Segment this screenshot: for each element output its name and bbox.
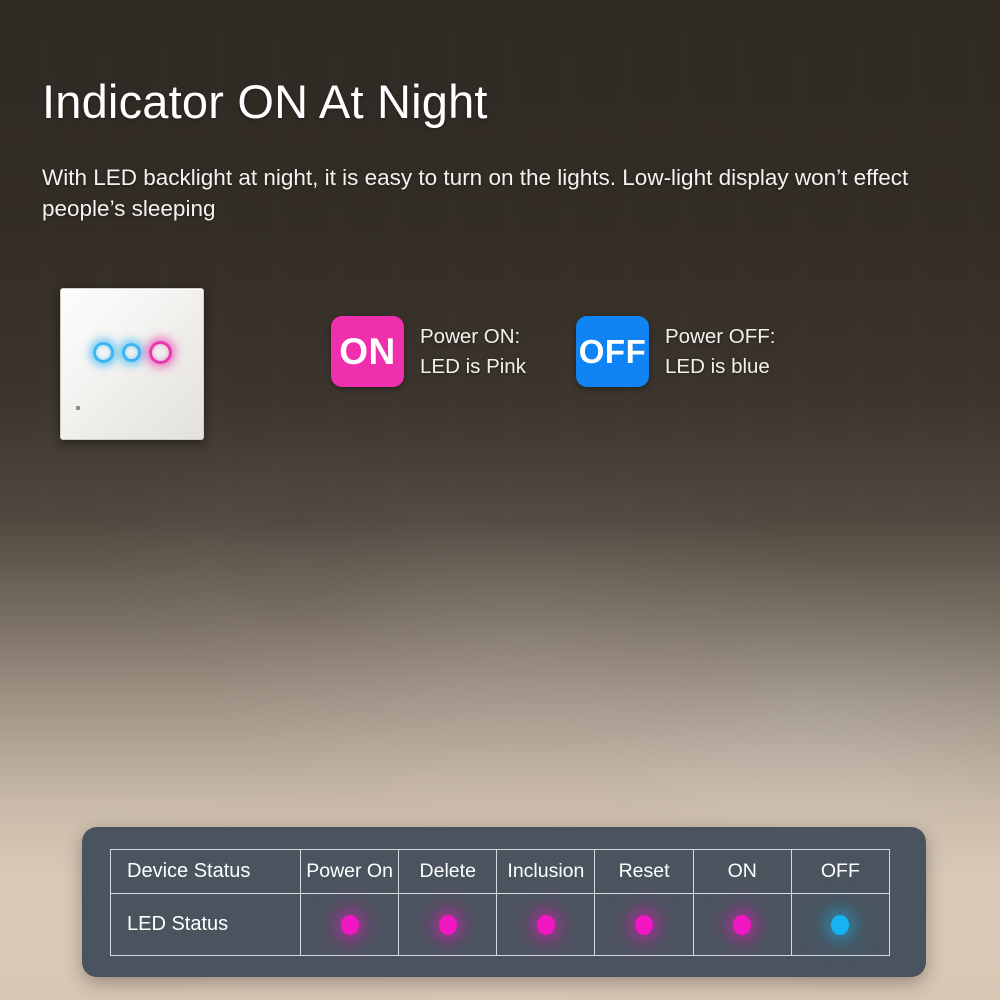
led-dot-pink-icon	[340, 914, 359, 935]
cell-led-status-label: LED Status	[110, 893, 301, 956]
cell-column-on: ON	[692, 849, 792, 894]
legend-on-line1: Power ON:	[420, 325, 521, 349]
legend-off-line1: Power OFF:	[665, 325, 776, 349]
led-ring-2-blue-icon	[121, 343, 141, 362]
cell-led-power-on	[299, 893, 400, 956]
led-dot-pink-icon	[635, 914, 654, 935]
switch-faceplate	[60, 288, 204, 440]
badge-on: ON	[331, 316, 404, 387]
cell-led-reset	[594, 893, 694, 956]
page-title: Indicator ON At Night	[42, 75, 488, 128]
legend-off-line2: LED is blue	[665, 354, 770, 378]
legend-power-on: ON Power ON: LED is Pink	[331, 316, 526, 387]
cell-led-inclusion	[496, 893, 596, 956]
cell-led-on	[692, 893, 792, 956]
switch-led-group	[60, 341, 204, 364]
led-ring-3-pink-icon	[148, 341, 172, 364]
cell-column-reset: Reset	[594, 849, 694, 894]
page-subtitle: With LED backlight at night, it is easy …	[42, 165, 909, 222]
status-table-panel: Device Status Power On Delete Inclusion …	[82, 827, 926, 977]
wall-switch-product	[60, 288, 204, 440]
led-dot-blue-icon	[831, 914, 850, 935]
cell-column-off: OFF	[790, 849, 891, 894]
cell-led-delete	[398, 893, 498, 956]
badge-off: OFF	[576, 316, 649, 387]
table-row-device-status: Device Status Power On Delete Inclusion …	[110, 849, 891, 894]
cell-column-inclusion: Inclusion	[496, 849, 596, 894]
led-ring-1-blue-icon	[92, 342, 114, 363]
cell-device-status-label: Device Status	[110, 849, 301, 894]
cell-column-delete: Delete	[398, 849, 498, 894]
cell-led-off	[790, 893, 891, 956]
cell-column-power-on: Power On	[299, 849, 400, 894]
table-row-led-status: LED Status	[110, 893, 891, 956]
promo-banner: Indicator ON At Night With LED backlight…	[0, 0, 1000, 1000]
led-dot-pink-icon	[438, 914, 457, 935]
led-dot-pink-icon	[733, 914, 752, 935]
legend-on-line2: LED is Pink	[420, 354, 526, 378]
legend-power-off: OFF Power OFF: LED is blue	[576, 316, 776, 387]
switch-indicator-dot-icon	[76, 406, 80, 410]
legend-text-off: Power OFF: LED is blue	[665, 322, 776, 380]
status-table: Device Status Power On Delete Inclusion …	[110, 849, 891, 956]
led-dot-pink-icon	[536, 914, 555, 935]
legend-text-on: Power ON: LED is Pink	[420, 322, 526, 380]
